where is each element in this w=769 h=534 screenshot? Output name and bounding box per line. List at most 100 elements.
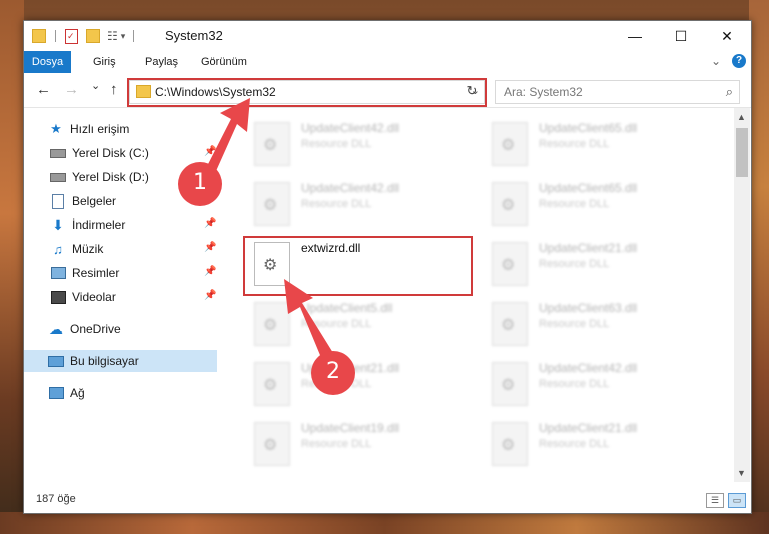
- file-item[interactable]: UpdateClient65.dll Resource DLL: [484, 176, 714, 232]
- recent-locations-button[interactable]: ⌄: [91, 79, 100, 92]
- sidebar-item-label: Hızlı erişim: [70, 122, 130, 136]
- sidebar-item-onedrive[interactable]: ☁ OneDrive: [24, 318, 217, 340]
- tab-dosya[interactable]: Dosya: [24, 51, 71, 73]
- drive-icon: [50, 145, 66, 161]
- pin-icon[interactable]: 📌: [204, 290, 216, 301]
- file-name: UpdateClient65.dll: [539, 181, 638, 195]
- file-item[interactable]: UpdateClient21.dll Resource DLL: [484, 236, 714, 292]
- pin-icon[interactable]: 📌: [204, 218, 216, 229]
- search-box[interactable]: Ara: System32 ⌕: [495, 80, 740, 104]
- tab-gorunum[interactable]: Görünüm: [191, 51, 257, 73]
- file-type: Resource DLL: [539, 138, 610, 150]
- computer-icon: [48, 353, 64, 369]
- large-icons-view-icon[interactable]: ▭: [728, 493, 746, 508]
- tab-paylas[interactable]: Paylaş: [135, 51, 188, 73]
- item-count: 187 öğe: [36, 493, 76, 505]
- scroll-up-icon[interactable]: ▲: [737, 112, 746, 122]
- sidebar-item-downloads[interactable]: ⬇ İndirmeler 📌: [24, 214, 217, 236]
- ribbon-tabs: Dosya Giriş Paylaş Görünüm ⌄ ?: [24, 51, 751, 73]
- minimize-button[interactable]: —: [612, 21, 658, 51]
- scroll-down-icon[interactable]: ▼: [737, 468, 746, 478]
- sidebar-item-local-disk-c[interactable]: Yerel Disk (C:) 📌: [24, 142, 217, 164]
- file-name: UpdateClient5.dll: [301, 301, 393, 315]
- dll-file-icon: [254, 422, 290, 466]
- sidebar-item-documents[interactable]: Belgeler 📌: [24, 190, 217, 212]
- file-name: UpdateClient21.dll: [301, 361, 400, 375]
- expand-ribbon-icon[interactable]: ⌄: [711, 54, 721, 68]
- search-input[interactable]: Ara: System32: [504, 85, 583, 99]
- file-item[interactable]: UpdateClient19.dll Resource DLL: [246, 416, 476, 472]
- file-item[interactable]: UpdateClient42.dll Resource DLL: [246, 116, 476, 172]
- pin-icon[interactable]: 📌: [204, 146, 216, 157]
- up-button[interactable]: ↑: [110, 81, 118, 98]
- view-options-icon[interactable]: ☷: [107, 29, 118, 43]
- file-highlight-box: [243, 236, 473, 296]
- details-view-icon[interactable]: ☰: [706, 493, 724, 508]
- sidebar-item-quick-access[interactable]: ★ Hızlı erişim: [24, 118, 217, 140]
- close-button[interactable]: ✕: [704, 21, 750, 51]
- file-type: Resource DLL: [301, 198, 372, 210]
- pin-icon[interactable]: 📌: [204, 242, 216, 253]
- scrollbar-thumb[interactable]: [736, 128, 748, 177]
- dll-file-icon: [492, 362, 528, 406]
- file-item[interactable]: UpdateClient42.dll Resource DLL: [246, 176, 476, 232]
- sidebar-item-local-disk-d[interactable]: Yerel Disk (D:) 📌: [24, 166, 217, 188]
- dll-file-icon: [254, 362, 290, 406]
- sidebar-item-label: Belgeler: [72, 194, 117, 208]
- new-folder-icon[interactable]: [86, 29, 100, 43]
- sidebar-item-pictures[interactable]: Resimler 📌: [24, 262, 217, 284]
- file-item[interactable]: UpdateClient65.dll Resource DLL: [484, 116, 714, 172]
- file-item[interactable]: UpdateClient42.dll Resource DLL: [484, 356, 714, 412]
- file-name: UpdateClient65.dll: [539, 121, 638, 135]
- file-type: Resource DLL: [539, 318, 610, 330]
- sidebar-item-music[interactable]: ♫ Müzik 📌: [24, 238, 217, 260]
- file-name: UpdateClient63.dll: [539, 301, 638, 315]
- file-name: UpdateClient21.dll: [539, 241, 638, 255]
- file-item[interactable]: UpdateClient21.dll Resource DLL: [484, 416, 714, 472]
- sidebar-item-label: Videolar: [72, 290, 116, 304]
- file-type: Resource DLL: [539, 378, 610, 390]
- search-icon: ⌕: [725, 84, 733, 99]
- dll-file-icon: [254, 302, 290, 346]
- file-item[interactable]: UpdateClient63.dll Resource DLL: [484, 296, 714, 352]
- vertical-scrollbar[interactable]: ▲ ▼: [734, 108, 750, 482]
- back-button[interactable]: ←: [36, 81, 51, 98]
- sidebar-item-label: OneDrive: [70, 322, 121, 336]
- file-type: Resource DLL: [539, 438, 610, 450]
- dll-file-icon: [492, 422, 528, 466]
- dll-file-icon: [492, 122, 528, 166]
- navigation-pane: ★ Hızlı erişim Yerel Disk (C:) 📌 Yerel D…: [24, 108, 217, 478]
- customize-toolbar-icon[interactable]: ▾: [121, 31, 126, 42]
- tab-giris[interactable]: Giriş: [83, 51, 126, 73]
- sidebar-item-label: Resimler: [72, 266, 120, 280]
- music-icon: ♫: [53, 241, 63, 257]
- step-1-badge: 1: [193, 170, 207, 195]
- videos-icon: [50, 289, 66, 305]
- file-type: Resource DLL: [301, 318, 372, 330]
- sidebar-item-network[interactable]: Ağ: [24, 382, 217, 404]
- file-item[interactable]: UpdateClient5.dll Resource DLL: [246, 296, 476, 352]
- drive-icon: [50, 169, 66, 185]
- sidebar-item-this-pc[interactable]: Bu bilgisayar: [24, 350, 217, 372]
- properties-icon[interactable]: ✓: [65, 28, 78, 44]
- file-name: UpdateClient21.dll: [539, 421, 638, 435]
- forward-button[interactable]: →: [64, 81, 79, 98]
- sidebar-item-label: Müzik: [72, 242, 104, 256]
- cloud-icon: ☁: [49, 320, 63, 337]
- network-icon: [48, 385, 64, 401]
- file-type: Resource DLL: [301, 438, 372, 450]
- star-icon: ★: [50, 121, 62, 136]
- sidebar-item-label: Bu bilgisayar: [70, 354, 139, 368]
- status-bar: 187 öğe ☰ ▭: [24, 488, 751, 512]
- download-icon: ⬇: [52, 216, 64, 233]
- maximize-button[interactable]: ☐: [658, 21, 704, 51]
- desktop-background-left: [0, 0, 24, 534]
- quick-access-toolbar: ✓ ☷ ▾: [32, 27, 140, 45]
- pin-icon[interactable]: 📌: [204, 266, 216, 277]
- pin-icon[interactable]: 📌: [204, 194, 216, 205]
- pictures-icon: [50, 265, 66, 281]
- sidebar-item-videos[interactable]: Videolar 📌: [24, 286, 217, 308]
- desktop-background-bottom: [0, 512, 769, 534]
- file-item[interactable]: UpdateClient21.dll Resource DLL: [246, 356, 476, 412]
- help-icon[interactable]: ?: [732, 54, 746, 68]
